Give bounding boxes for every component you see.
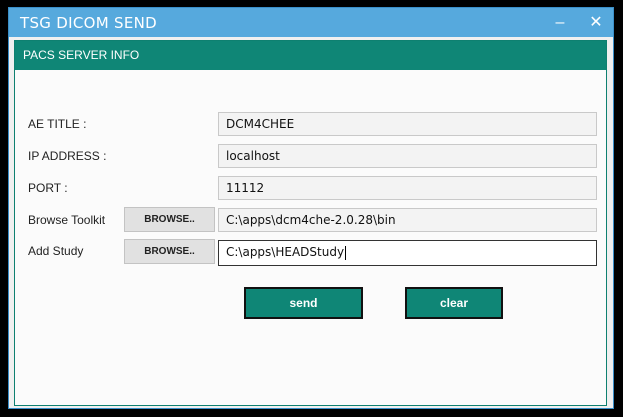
browse-toolkit-label: Browse Toolkit (28, 213, 106, 227)
study-path-field[interactable]: C:\apps\HEADStudy (218, 240, 597, 266)
ae-title-field[interactable]: DCM4CHEE (218, 112, 597, 136)
close-button[interactable]: ✕ (579, 8, 613, 37)
ip-address-field[interactable]: localhost (218, 144, 597, 168)
app-window: TSG DICOM SEND – ✕ PACS SERVER INFO AE T… (8, 7, 614, 409)
ae-title-value: DCM4CHEE (226, 117, 295, 131)
window-title: TSG DICOM SEND (20, 14, 158, 32)
ip-address-value: localhost (226, 149, 280, 163)
ip-address-label: IP ADDRESS : (28, 149, 107, 163)
ae-title-label: AE TITLE : (28, 117, 87, 131)
close-icon: ✕ (589, 14, 603, 31)
panel-header: PACS SERVER INFO (15, 41, 606, 70)
add-study-browse-button[interactable]: BROWSE.. (124, 239, 215, 264)
port-field[interactable]: 11112 (218, 176, 597, 200)
title-bar: TSG DICOM SEND – ✕ (9, 8, 613, 37)
port-value: 11112 (226, 181, 265, 195)
pacs-server-panel: PACS SERVER INFO AE TITLE : DCM4CHEE IP … (14, 40, 607, 406)
study-path-value: C:\apps\HEADStudy (226, 245, 345, 259)
toolkit-path-field[interactable]: C:\apps\dcm4che-2.0.28\bin (218, 208, 597, 232)
port-label: PORT : (28, 181, 68, 195)
clear-button[interactable]: clear (405, 287, 503, 319)
browse-toolkit-button[interactable]: BROWSE.. (124, 207, 215, 232)
toolkit-path-value: C:\apps\dcm4che-2.0.28\bin (226, 213, 396, 227)
minimize-icon: – (555, 14, 565, 31)
add-study-label: Add Study (28, 244, 84, 258)
send-button[interactable]: send (244, 287, 363, 319)
minimize-button[interactable]: – (543, 8, 577, 37)
text-caret (345, 245, 347, 260)
